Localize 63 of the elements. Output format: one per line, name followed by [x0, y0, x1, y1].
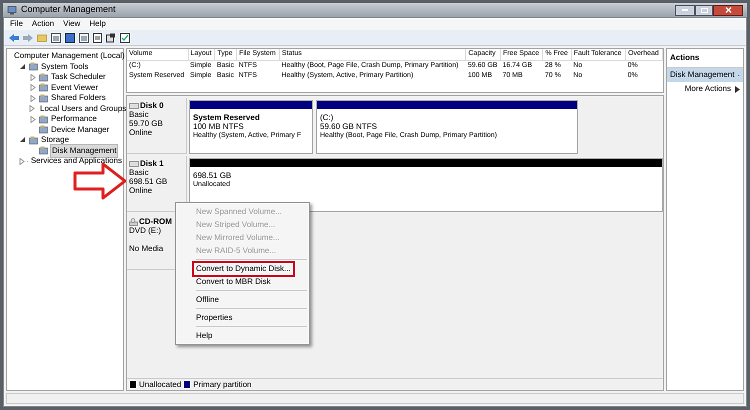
back-icon[interactable]	[9, 34, 19, 42]
expand-arrow-icon[interactable]	[30, 94, 36, 102]
computer-icon	[7, 6, 17, 14]
expand-arrow-icon[interactable]	[30, 74, 36, 81]
partition-size: 59.60 GB NTFS	[320, 122, 378, 131]
legend-label: Unallocated	[139, 378, 182, 390]
disk-size: 698.51 GB	[129, 177, 168, 186]
pane-link[interactable]: More Actions	[667, 82, 743, 96]
tree-item[interactable]: Services and Applications	[30, 155, 123, 168]
legend-label: Primary partition	[193, 378, 252, 390]
partition-size: 698.51 GB	[193, 171, 232, 180]
disk-size: 59.70 GB	[129, 119, 164, 128]
submenu-arrow-icon	[735, 86, 740, 92]
expand-arrow-icon[interactable]	[19, 158, 25, 165]
maximize-button[interactable]	[695, 4, 713, 16]
partition-title: System Reserved	[193, 113, 261, 122]
minimize-button[interactable]	[675, 4, 695, 16]
disk-name: Disk 0	[140, 101, 164, 110]
disk-type: DVD (E:)	[129, 226, 162, 235]
properties-icon[interactable]	[106, 32, 116, 42]
disk-type: Basic	[129, 168, 150, 177]
disk-drive-icon	[129, 160, 139, 166]
collapse-arrow-icon[interactable]	[20, 64, 26, 70]
menu-item[interactable]: Properties	[194, 312, 234, 324]
tree-item[interactable]: Storage	[40, 134, 70, 146]
pane-link[interactable]: Disk Management	[667, 68, 743, 82]
expand-arrow-icon[interactable]	[30, 84, 36, 92]
window-title: Computer Management	[21, 3, 116, 16]
menu-item[interactable]: Offline	[194, 294, 221, 306]
disk-status: Online	[129, 186, 154, 195]
disk-status: Online	[129, 128, 154, 137]
expand-arrow-icon[interactable]	[29, 105, 35, 112]
disk-name: CD-ROM	[139, 217, 172, 226]
checklist-icon[interactable]	[120, 32, 130, 42]
menu-item[interactable]: Help	[194, 330, 214, 342]
tree-item[interactable]: Shared Folders	[50, 92, 107, 104]
menu-item[interactable]: Action	[32, 18, 54, 30]
tree-item[interactable]: Computer Management (Local)	[13, 50, 126, 62]
menu-item[interactable]: Convert to Dynamic Disk...	[194, 262, 293, 274]
document-icon[interactable]	[93, 32, 102, 42]
disk-drive-icon	[129, 102, 139, 108]
tree-item[interactable]: Disk Management	[50, 144, 118, 158]
collapse-arrow-icon[interactable]	[20, 137, 26, 144]
menu-item[interactable]: File	[10, 18, 23, 30]
tree-item[interactable]: Event Viewer	[50, 82, 99, 94]
tree-item[interactable]: Task Scheduler	[50, 71, 107, 84]
partition-size: 100 MB NTFS	[193, 122, 245, 131]
menu-item[interactable]: Convert to MBR Disk	[194, 276, 273, 288]
partition-title: (C:)	[320, 113, 334, 122]
disk-type: Basic	[129, 110, 150, 119]
close-button[interactable]	[713, 4, 743, 16]
disk-status: No Media	[129, 244, 164, 253]
pane-icon[interactable]	[79, 32, 89, 42]
tree-item[interactable]: Local Users and Groups	[39, 102, 128, 115]
tree-item[interactable]: System Tools	[40, 60, 90, 73]
menu-item[interactable]: Help	[89, 18, 106, 30]
menu-item[interactable]: View	[63, 18, 80, 30]
tree-item[interactable]: Device Manager	[50, 124, 110, 136]
tree-item[interactable]: Performance	[50, 113, 98, 126]
close-icon	[724, 7, 732, 13]
pane-icon[interactable]	[51, 32, 61, 42]
disk-name: Disk 1	[140, 159, 164, 168]
expand-arrow-icon[interactable]	[30, 116, 36, 123]
